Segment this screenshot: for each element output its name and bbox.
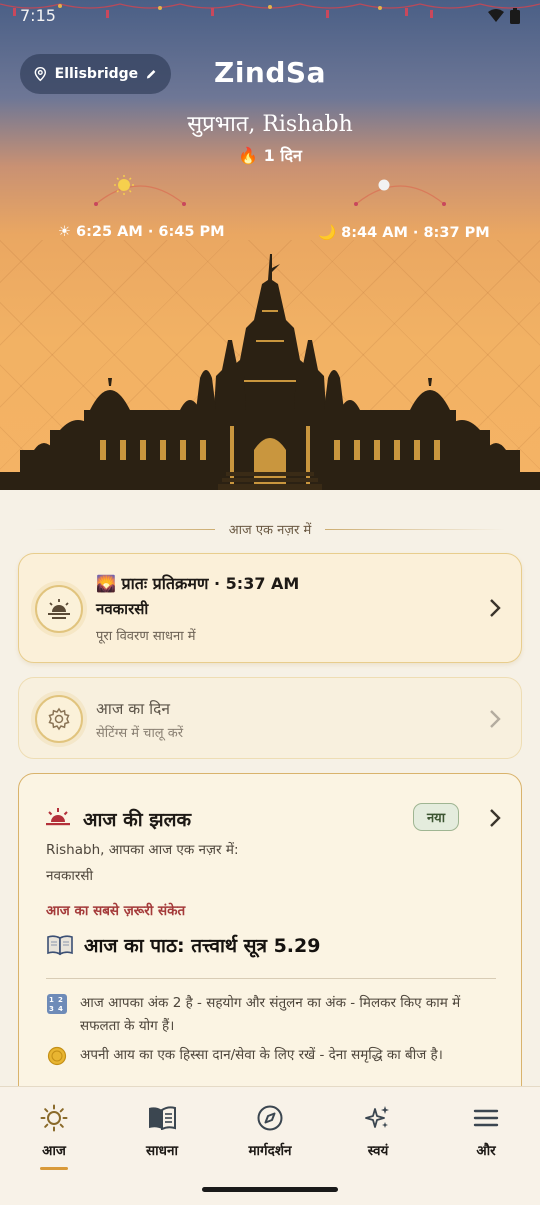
tip-charity: अपनी आय का एक हिस्सा दान/सेवा के लिए रखे… (46, 1044, 502, 1067)
bottom-navigation: आज साधना मार्गदर्शन स्वयं और (0, 1086, 540, 1174)
sun-arc (94, 175, 186, 206)
menu-icon (471, 1103, 501, 1133)
temple-silhouette (0, 254, 540, 490)
day-card[interactable]: आज का दिन सेटिंग्स में चालू करें (18, 677, 522, 759)
streak-counter: 🔥 1 दिन (238, 146, 302, 165)
glimpse-title: आज की झलक (83, 809, 192, 831)
app-screen: 7:15 Ellisbridge ZindSa सुप्रभात, Rishab… (0, 0, 540, 1205)
svg-text:1: 1 (49, 996, 54, 1004)
sunrise-icon-badge (35, 585, 83, 633)
pratikraman-subtitle-bold: नवकारसी (96, 600, 149, 618)
compass-icon (255, 1103, 285, 1133)
section-title: आज एक नज़र में (228, 523, 312, 538)
pratikraman-subtitle: पूरा विवरण साधना में (96, 629, 196, 644)
chevron-right-icon (490, 599, 501, 617)
chevron-right-icon (490, 710, 501, 728)
sun-icon (114, 175, 134, 195)
today-lesson: आज का पाठ: तत्त्वार्थ सूत्र 5.29 (84, 935, 321, 957)
today-lesson-row: आज का पाठ: तत्त्वार्थ सूत्र 5.29 (46, 932, 320, 958)
section-header: आज एक नज़र में (0, 518, 540, 540)
glimpse-line-1: Rishabh, आपका आज एक नज़र में: (46, 842, 239, 858)
hero-banner: 7:15 Ellisbridge ZindSa सुप्रभात, Rishab… (0, 0, 540, 490)
moon-arc (354, 179, 446, 206)
book-icon (147, 1103, 177, 1133)
open-book-icon (47, 935, 73, 956)
numbers-icon: 1234 (46, 993, 68, 1015)
home-indicator[interactable] (202, 1187, 338, 1192)
coin-icon (46, 1045, 68, 1067)
battery-icon (510, 8, 520, 24)
tip-charity-text: अपनी आय का एक हिस्सा दान/सेवा के लिए रखे… (80, 1047, 443, 1063)
active-indicator (40, 1167, 68, 1170)
sunrise-icon (48, 599, 70, 619)
nav-label-today: आज (42, 1143, 66, 1159)
nav-item-self[interactable]: स्वयं (324, 1087, 432, 1174)
new-badge: नया (413, 803, 459, 831)
important-signal-label: आज का सबसे ज़रूरी संकेत (46, 903, 186, 919)
nav-label-sadhana: साधना (146, 1143, 178, 1159)
greeting: सुप्रभात, Rishabh (187, 112, 353, 137)
nav-label-more: और (476, 1143, 496, 1159)
pratikraman-title: 🌄 प्रातः प्रतिक्रमण · 5:37 AM (96, 574, 300, 593)
pratikraman-card[interactable]: 🌄 प्रातः प्रतिक्रमण · 5:37 AM नवकारसी पू… (18, 553, 522, 663)
wifi-icon (488, 9, 504, 22)
nav-item-guidance[interactable]: मार्गदर्शन (216, 1087, 324, 1174)
settings-icon-badge (35, 695, 83, 743)
divider (46, 978, 496, 979)
nav-label-guidance: मार्गदर्शन (248, 1143, 292, 1159)
section-line-right (325, 528, 506, 530)
status-icons (488, 8, 520, 24)
nav-item-sadhana[interactable]: साधना (108, 1087, 216, 1174)
gesture-bar-area (0, 1174, 540, 1205)
svg-text:4: 4 (58, 1005, 63, 1013)
tip-number-text: आज आपका अंक 2 है - सहयोग और संतुलन का अं… (80, 995, 461, 1034)
nav-item-today[interactable]: आज (0, 1087, 108, 1174)
nav-item-more[interactable]: और (432, 1087, 540, 1174)
status-time: 7:15 (20, 6, 56, 25)
sun-times: ☀ 6:25 AM · 6:45 PM (58, 224, 225, 240)
chevron-right-icon[interactable] (489, 808, 501, 828)
tip-number: 1234 आज आपका अंक 2 है - सहयोग और संतुलन … (46, 992, 502, 1038)
sparkles-icon (363, 1103, 393, 1133)
gear-icon (48, 707, 70, 731)
status-bar: 7:15 (0, 0, 540, 32)
sun-icon (39, 1103, 69, 1133)
app-title: ZindSa (214, 56, 326, 89)
section-line-left (34, 528, 215, 530)
sunrise-red-icon (46, 808, 70, 826)
svg-text:3: 3 (49, 1005, 54, 1013)
day-title: आज का दिन (96, 700, 170, 718)
moon-times: 🌙 8:44 AM · 8:37 PM (318, 225, 490, 241)
moon-dot-icon (378, 179, 390, 191)
glimpse-line-2: नवकारसी (46, 868, 94, 884)
svg-text:2: 2 (58, 996, 63, 1004)
glimpse-card[interactable]: आज की झलक नया Rishabh, आपका आज एक नज़र म… (18, 773, 522, 1113)
day-subtitle: सेटिंग्स में चालू करें (96, 726, 184, 741)
nav-label-self: स्वयं (367, 1143, 389, 1159)
